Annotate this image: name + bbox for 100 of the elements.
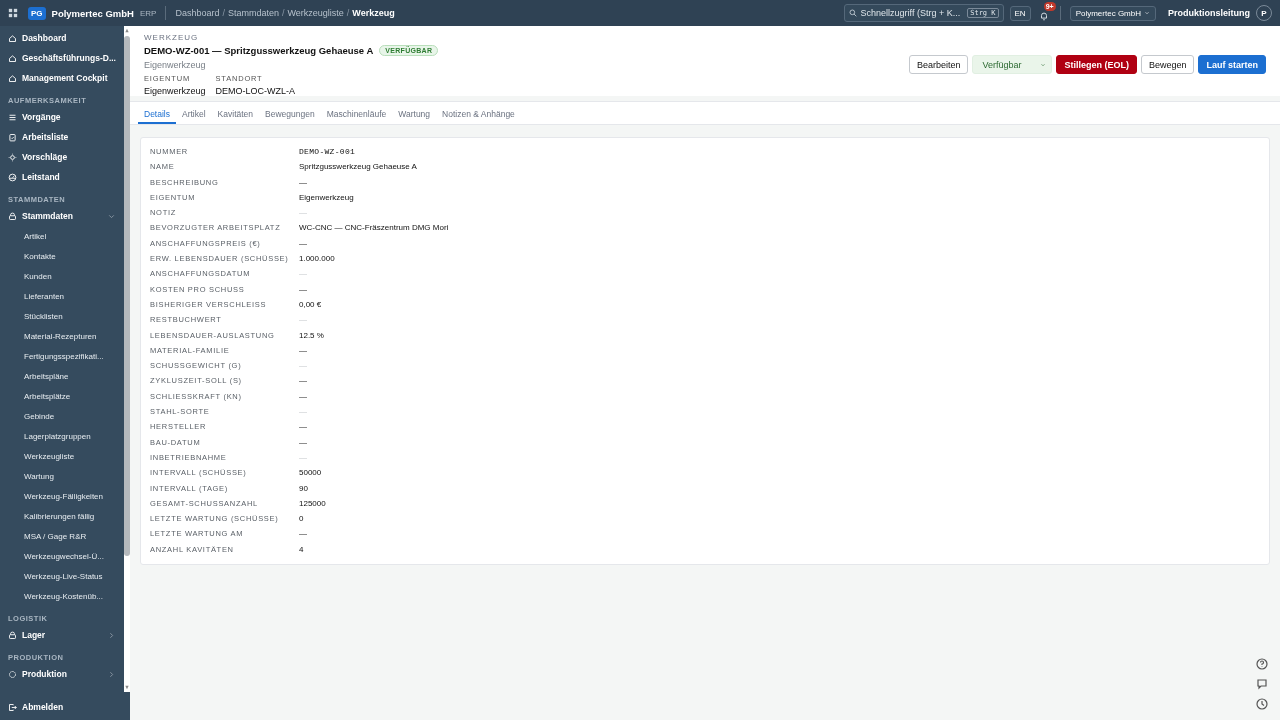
nav-item[interactable]: Werkzeug-Kostenüb... [0,586,124,606]
start-run-button[interactable]: Lauf starten [1198,55,1266,74]
field-value: 0 [299,514,305,525]
nav-item[interactable]: Werkzeugliste [0,446,124,466]
eol-button[interactable]: Stillegen (EOL) [1056,55,1137,74]
breadcrumb-link[interactable]: Stammdaten [227,8,279,18]
scroll-up-icon [124,28,130,33]
tab[interactable]: Wartung [392,106,437,124]
field-value: — [299,315,308,326]
field-value: — [299,391,308,402]
field-value: — [299,284,308,295]
field-value: Spritzgusswerkzeug Gehaeuse A [299,162,418,173]
nav-item[interactable]: Management Cockpit [0,68,124,88]
scroll-down-icon [124,685,130,690]
field-value: — [299,238,308,249]
nav-item[interactable]: Geschäftsführungs-D... [0,48,124,68]
field-value: — [299,407,308,418]
history-icon[interactable] [1256,698,1268,710]
field-value: — [299,269,308,280]
nav-item[interactable]: Arbeitsliste [0,127,124,147]
tab[interactable]: Artikel [176,106,212,124]
nav-item[interactable]: Lager [0,625,124,645]
nav-item[interactable]: Fertigungsspezifikati... [0,346,124,366]
nav-item[interactable]: Lieferanten [0,286,124,306]
tab[interactable]: Kavitäten [211,106,260,124]
page-overline: WERKZEUG [144,33,200,42]
nav-item[interactable]: MSA / Gage R&R [0,526,124,546]
nav-item[interactable]: Werkzeugwechsel-Ü... [0,546,124,566]
field-value: — [299,437,308,448]
chevron-down-icon [1040,61,1047,68]
nav-item[interactable]: Werkzeug-Live-Status [0,566,124,586]
field-value: 90 [299,483,309,494]
field-value: — [299,361,308,372]
tab[interactable]: Notizen & Anhänge [436,106,521,124]
meta-value: Eigenwerkzeug [144,86,206,96]
field-value: 50000 [299,468,323,479]
field-value: — [299,345,308,356]
breadcrumb-link[interactable]: Werkzeugliste [287,8,344,18]
nav-item[interactable]: Gebinde [0,406,124,426]
field-value: — [299,452,308,463]
nav-item[interactable]: Lagerplatzgruppen [0,426,124,446]
field-value: 4 [299,544,305,555]
chevron-down-icon [1144,10,1150,16]
nav-item[interactable]: Vorgänge [0,107,124,127]
breadcrumb-link[interactable]: Dashboard [175,8,220,18]
chat-icon[interactable] [1256,678,1268,690]
nav-item[interactable]: Material-Rezepturen [0,326,124,346]
nav-item[interactable]: Arbeitspläne [0,366,124,386]
breadcrumb-separator: / [222,8,225,18]
tab[interactable]: Bewegungen [259,106,321,124]
nav-item[interactable]: Kontakte [0,246,124,266]
field-value: — [299,376,308,387]
nav-item[interactable]: Stücklisten [0,306,124,326]
gauge-icon [8,172,17,182]
nav-item[interactable]: Wartung [0,466,124,486]
field-value: Eigenwerkzeug [299,192,355,203]
logo-badge: PG [28,6,46,20]
breadcrumb-separator: / [281,8,285,18]
nav-item[interactable]: Vorschläge [0,147,124,167]
tab[interactable]: Maschinenläufe [320,106,393,124]
meta-value: DEMO-LOC-WZL-A [215,86,296,96]
action-button[interactable]: Bearbeiten [908,55,969,74]
nav-item[interactable]: Leitstand [0,167,124,187]
list-icon [8,112,17,122]
field-value: 125000 [299,498,327,509]
scrollbar[interactable] [124,26,130,692]
field-value: 1.000.000 [299,254,336,265]
user-role: Produktionsleitung [1168,8,1250,18]
language-button[interactable]: EN [1009,5,1031,21]
status-select[interactable]: Verfügbar [972,55,1053,74]
action-button[interactable]: Bewegen [1140,55,1195,74]
search-icon [848,9,857,17]
page-title: DEMO-WZ-001 — Spritzgusswerkzeug Gehaeuse A [144,45,374,56]
nav-item[interactable]: Produktion [0,664,124,684]
tenant-dropdown[interactable]: Polymertec GmbH [1069,5,1156,21]
field-value: — [299,422,308,433]
nav-item[interactable]: Stammdaten [0,206,124,226]
tab[interactable]: Details [138,106,176,124]
bell-icon[interactable] [1038,11,1049,21]
field-value: — [299,177,308,188]
clipboard-icon [8,132,17,142]
field-value: — [299,208,308,219]
logout-icon [8,702,17,712]
page-subtitle: Eigenwerkzeug [144,60,207,70]
field-value: 0,00 € [299,299,323,310]
breadcrumb-separator: / [346,8,350,18]
field-value: WC-CNC — CNC-Fräszentrum DMG Mori [299,223,450,234]
field-value: DEMO-WZ-001 [299,147,357,157]
help-icon[interactable] [1256,658,1268,670]
app-label: ERP [139,8,157,18]
nav-item[interactable]: Kalibrierungen fällig [0,506,124,526]
field-value: 12.5 % [299,330,325,341]
nav-item[interactable]: Arbeitsplätze [0,386,124,406]
nav-item[interactable]: Artikel [0,226,124,246]
company-name: Polymertec GmbH [51,7,134,19]
nav-item[interactable]: Dashboard [0,28,124,48]
field-value: — [299,529,308,540]
nav-item[interactable]: Werkzeug-Fälligkeiten [0,486,124,506]
apps-grid-icon[interactable] [8,8,18,18]
nav-item[interactable]: Kunden [0,266,124,286]
